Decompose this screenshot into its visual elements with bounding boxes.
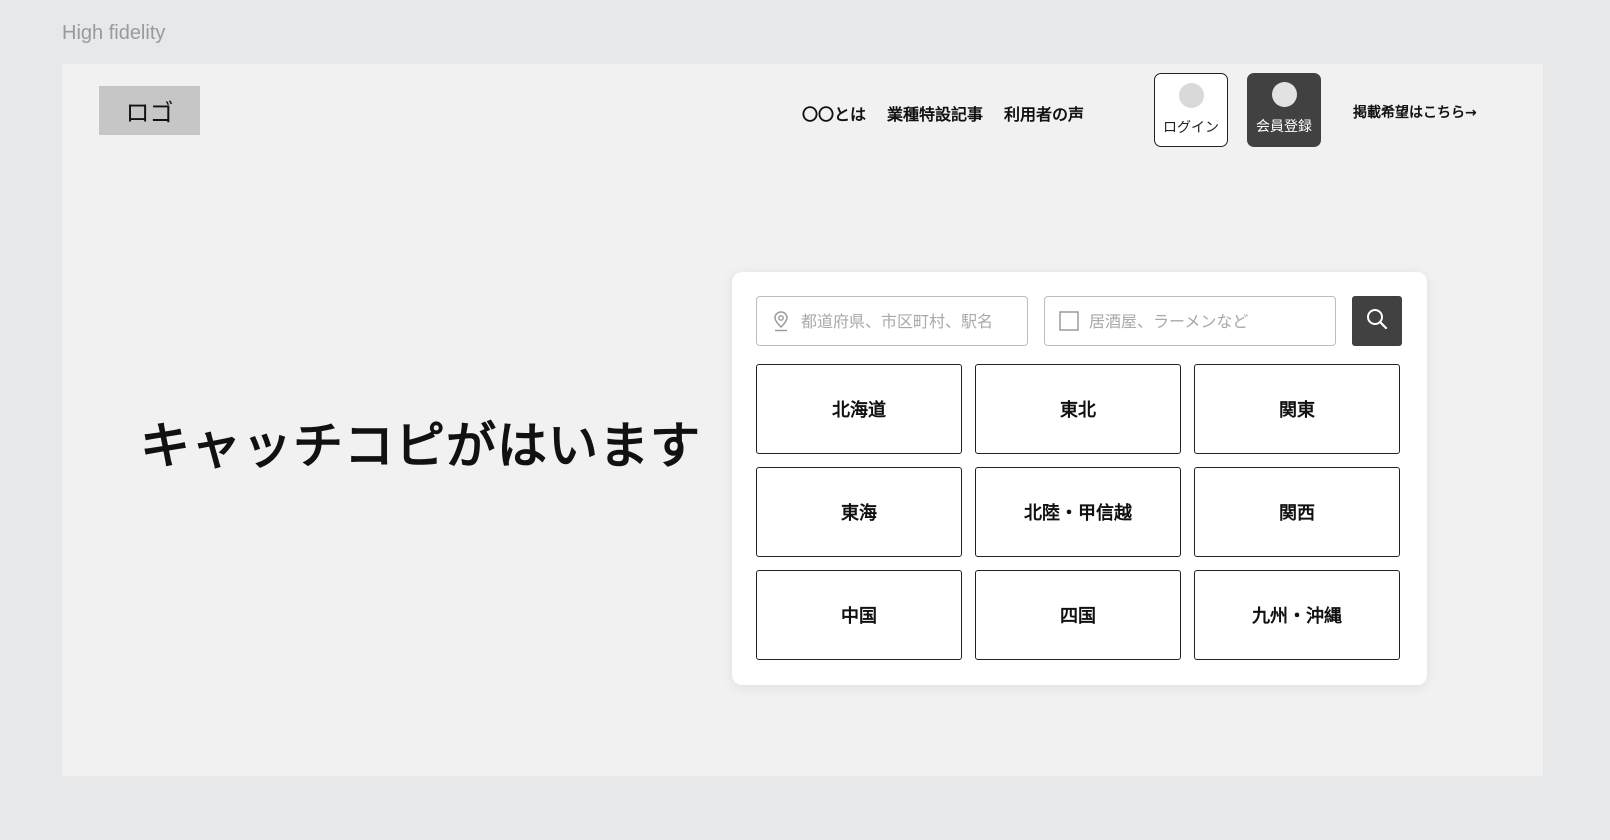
area-search-field[interactable] bbox=[756, 296, 1028, 346]
search-icon bbox=[1366, 308, 1388, 334]
region-button-kansai[interactable]: 関西 bbox=[1194, 467, 1400, 557]
nav-item-testimonials[interactable]: 利用者の声 bbox=[1004, 101, 1084, 125]
signup-label: 会員登録 bbox=[1256, 119, 1312, 135]
map-pin-icon bbox=[771, 310, 791, 332]
nav-item-industry-articles[interactable]: 業種特設記事 bbox=[887, 101, 983, 125]
region-button-hokuriku-koshinetsu[interactable]: 北陸・甲信越 bbox=[975, 467, 1181, 557]
area-input[interactable] bbox=[801, 311, 1027, 331]
nav-item-about[interactable]: 〇〇とは bbox=[802, 101, 866, 125]
login-button[interactable]: ログイン bbox=[1154, 73, 1228, 147]
search-button[interactable] bbox=[1352, 296, 1402, 346]
page-frame: ロゴ 〇〇とは 業種特設記事 利用者の声 ログイン 会員登録 掲載希望はこちら→… bbox=[62, 64, 1543, 776]
region-button-hokkaido[interactable]: 北海道 bbox=[756, 364, 962, 454]
listing-request-link[interactable]: 掲載希望はこちら→ bbox=[1353, 102, 1477, 122]
region-button-chugoku[interactable]: 中国 bbox=[756, 570, 962, 660]
region-grid: 北海道 東北 関東 東海 北陸・甲信越 関西 中国 四国 九州・沖縄 bbox=[756, 364, 1402, 660]
region-button-shikoku[interactable]: 四国 bbox=[975, 570, 1181, 660]
region-button-tokai[interactable]: 東海 bbox=[756, 467, 962, 557]
logo[interactable]: ロゴ bbox=[99, 86, 200, 135]
region-button-tohoku[interactable]: 東北 bbox=[975, 364, 1181, 454]
region-button-kyushu-okinawa[interactable]: 九州・沖縄 bbox=[1194, 570, 1400, 660]
main-nav: 〇〇とは 業種特設記事 利用者の声 bbox=[802, 101, 1084, 125]
signup-button[interactable]: 会員登録 bbox=[1247, 73, 1321, 147]
catch-copy: キャッチコピがはいます bbox=[140, 417, 701, 475]
canvas-label: High fidelity bbox=[62, 22, 166, 44]
region-button-kanto[interactable]: 関東 bbox=[1194, 364, 1400, 454]
signup-avatar-icon bbox=[1271, 82, 1297, 107]
login-label: ログイン bbox=[1163, 120, 1219, 136]
genre-search-field[interactable] bbox=[1044, 296, 1336, 346]
genre-input[interactable] bbox=[1089, 311, 1335, 331]
search-card: 北海道 東北 関東 東海 北陸・甲信越 関西 中国 四国 九州・沖縄 bbox=[732, 272, 1427, 685]
checkbox-icon[interactable] bbox=[1059, 310, 1079, 332]
login-avatar-icon bbox=[1178, 83, 1204, 108]
